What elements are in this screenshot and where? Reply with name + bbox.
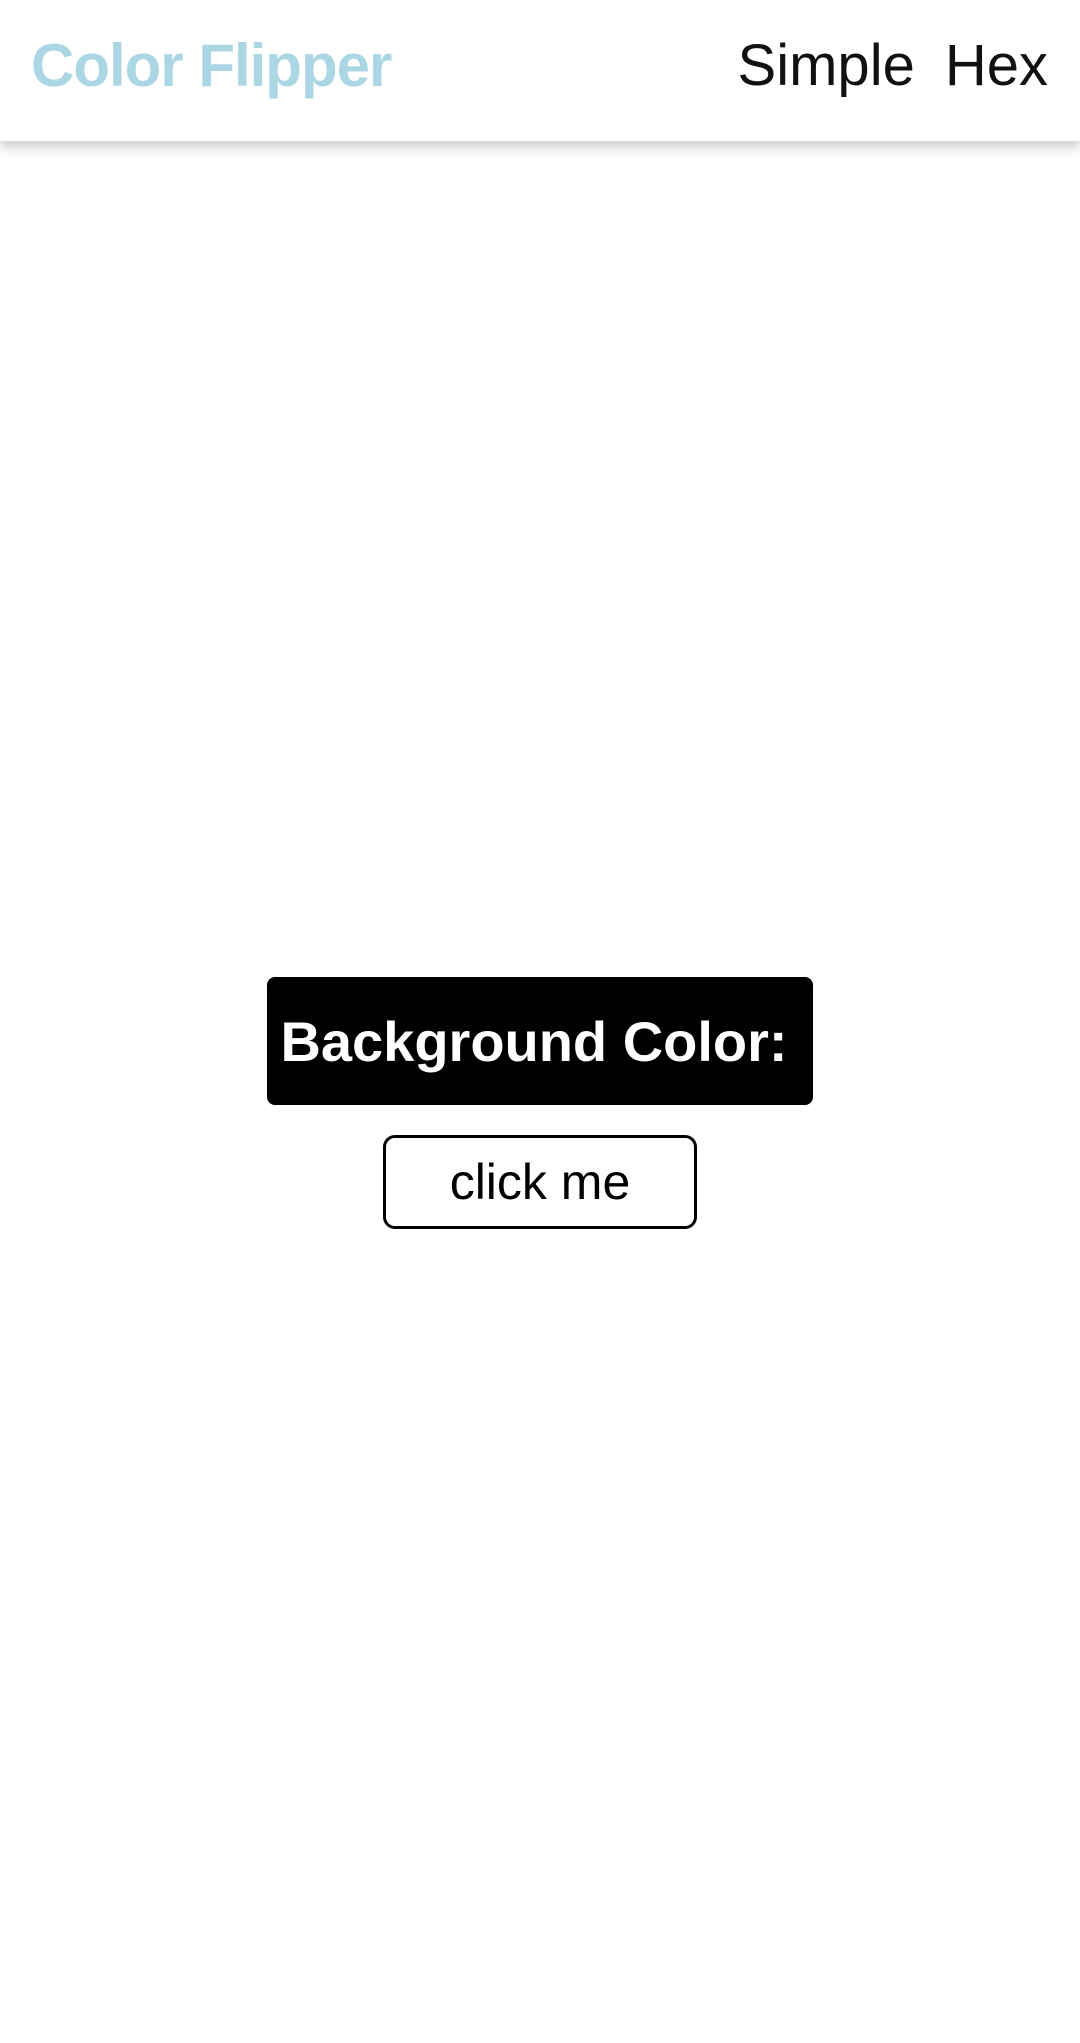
nav-links: Simple Hex	[738, 30, 1048, 102]
background-color-banner: Background Color:	[267, 977, 813, 1105]
brand-title[interactable]: Color Flipper	[31, 30, 392, 102]
navbar: Color Flipper Simple Hex	[0, 0, 1080, 141]
banner-label: Background Color:	[280, 1009, 788, 1073]
main-area: Background Color: click me	[0, 141, 1080, 2043]
nav-link-simple[interactable]: Simple	[738, 30, 915, 102]
click-me-button[interactable]: click me	[383, 1135, 697, 1229]
nav-link-hex[interactable]: Hex	[945, 30, 1048, 102]
